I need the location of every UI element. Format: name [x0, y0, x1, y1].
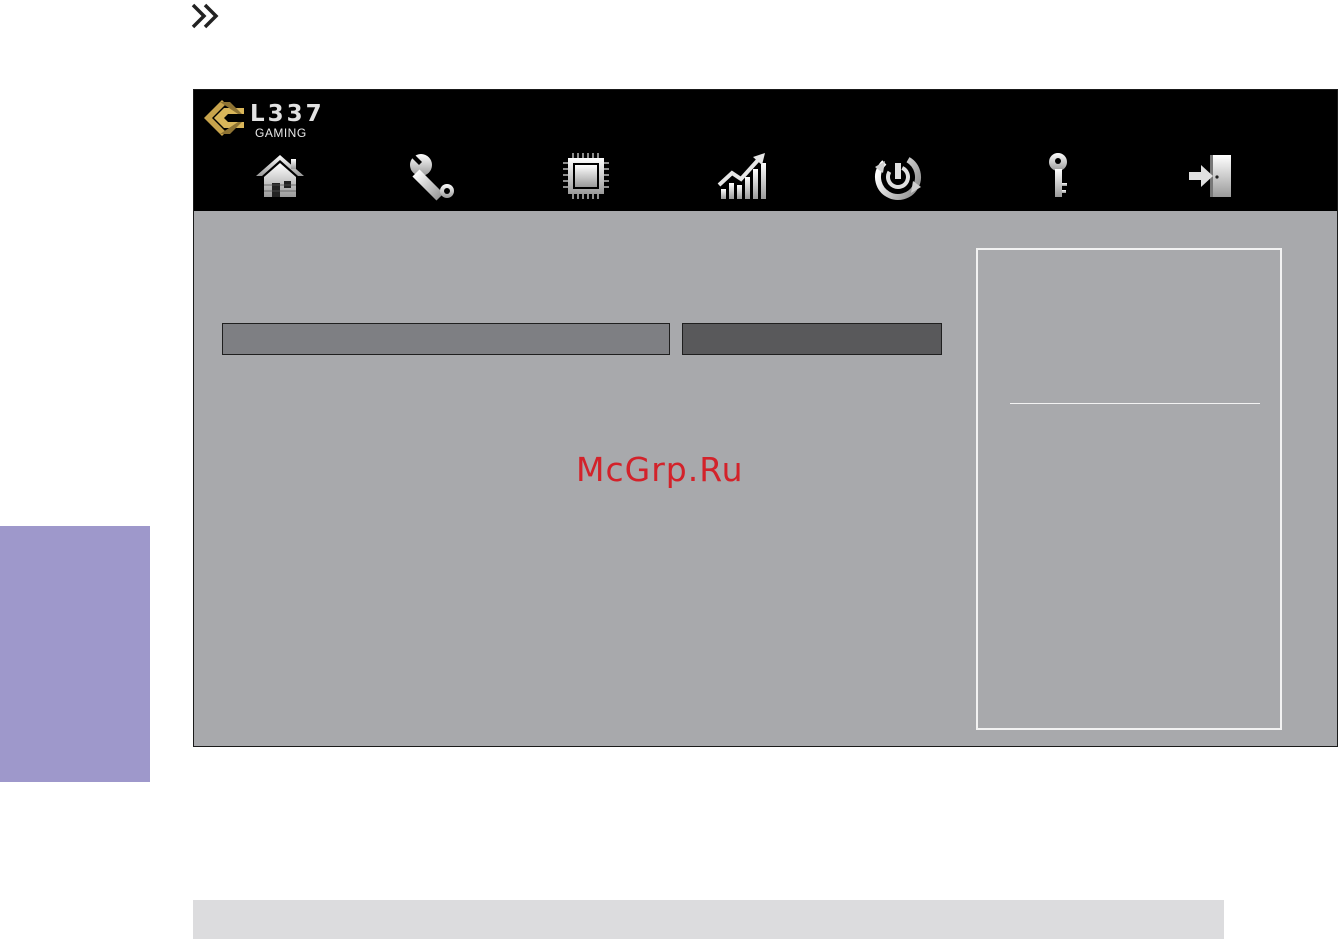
footer-bar	[193, 900, 1224, 939]
nav-exit-tab[interactable]	[1180, 150, 1240, 202]
chart-icon	[717, 153, 766, 199]
bios-header: L337 GAMING	[194, 90, 1337, 211]
nav-main-tab[interactable]	[250, 150, 310, 202]
chapter-side-tab	[0, 526, 150, 782]
nav-overclock-tab[interactable]	[712, 150, 772, 202]
nav-power-tab[interactable]	[868, 150, 928, 202]
nav-chipset-tab[interactable]	[556, 150, 616, 202]
exit-icon	[1189, 155, 1231, 197]
brand-logo: L337 GAMING	[200, 94, 360, 140]
value-column-header	[682, 323, 942, 355]
nav-security-tab[interactable]	[1028, 150, 1088, 202]
help-divider	[1010, 403, 1260, 404]
main-nav	[194, 146, 1337, 208]
wrench-icon	[410, 154, 454, 201]
bios-setup-window: L337 GAMING McGrp.Ru	[193, 89, 1338, 747]
power-icon	[875, 154, 921, 200]
double-chevron-icon	[191, 3, 219, 29]
logo-emblem-icon	[204, 100, 244, 136]
key-icon	[1049, 153, 1067, 197]
logo-text: L337	[250, 101, 325, 127]
item-column-header	[222, 323, 670, 355]
watermark-text: McGrp.Ru	[576, 450, 744, 489]
help-panel	[976, 248, 1282, 730]
logo-subtext: GAMING	[255, 126, 307, 140]
home-icon	[256, 155, 304, 197]
nav-advanced-tab[interactable]	[402, 150, 462, 202]
chip-icon	[563, 153, 609, 199]
